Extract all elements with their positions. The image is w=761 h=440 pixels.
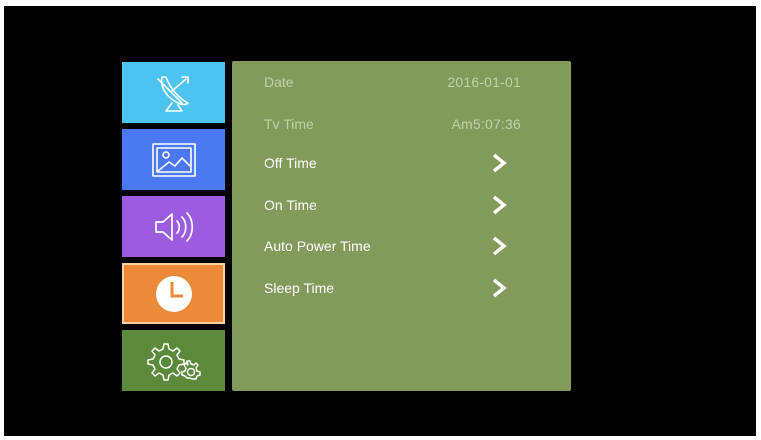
time-menu-panel: Date 2016-01-01 Tv Time Am5:07:36 Off Ti… (232, 61, 571, 391)
chevron-right-icon[interactable] (491, 153, 507, 173)
picture-icon (151, 142, 197, 178)
menu-item-label: Off Time (264, 155, 317, 171)
tv-time-label: Tv Time (264, 116, 314, 132)
chevron-right-icon[interactable] (491, 278, 507, 298)
tab-sound[interactable] (122, 196, 225, 257)
tab-channel[interactable] (122, 62, 225, 123)
tv-screen: Date 2016-01-01 Tv Time Am5:07:36 Off Ti… (4, 6, 756, 436)
tv-time-row: Tv Time Am5:07:36 (264, 112, 521, 136)
chevron-right-icon[interactable] (491, 195, 507, 215)
menu-item-label: Auto Power Time (264, 238, 371, 254)
speaker-icon (152, 209, 196, 245)
chevron-right-icon[interactable] (491, 236, 507, 256)
menu-item-auto-power-time[interactable]: Auto Power Time (264, 234, 571, 258)
gears-icon (146, 341, 202, 381)
menu-item-sleep-time[interactable]: Sleep Time (264, 276, 571, 300)
clock-icon (154, 274, 194, 314)
date-value: 2016-01-01 (447, 74, 521, 90)
tab-setup[interactable] (122, 330, 225, 391)
menu-item-off-time[interactable]: Off Time (264, 151, 571, 175)
satellite-dish-icon (152, 73, 196, 113)
date-row: Date 2016-01-01 (264, 70, 521, 94)
tab-time[interactable] (122, 263, 225, 324)
menu-item-label: Sleep Time (264, 280, 335, 296)
tv-time-value: Am5:07:36 (451, 116, 521, 132)
date-label: Date (264, 74, 294, 90)
menu-item-label: On Time (264, 197, 317, 213)
menu-item-on-time[interactable]: On Time (264, 193, 571, 217)
tab-picture[interactable] (122, 129, 225, 190)
